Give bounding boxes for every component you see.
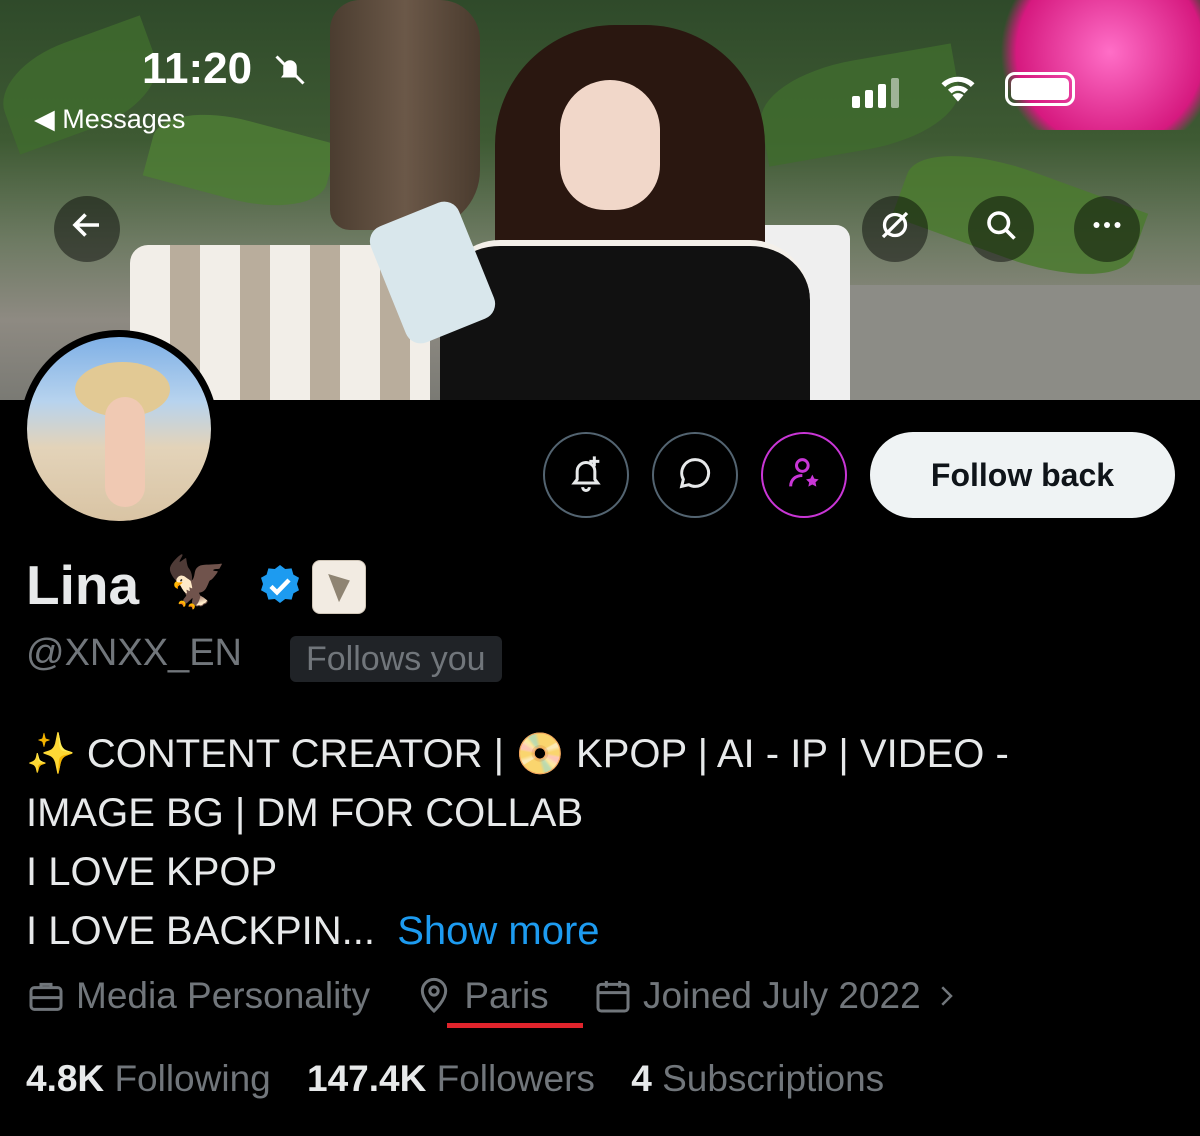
bio-line: IMAGE BG | DM FOR COLLAB [26, 791, 584, 835]
eagle-emoji: 🦅 [165, 554, 228, 610]
subscribe-button[interactable] [761, 432, 847, 518]
category-item: Media Personality [26, 975, 370, 1017]
banner-tree-trunk [330, 0, 480, 230]
bio-line: I LOVE KPOP [26, 850, 278, 894]
profile-name: Lina [26, 554, 140, 616]
calendar-icon [596, 981, 630, 1013]
bell-plus-icon [566, 453, 606, 498]
back-to-messages-link[interactable]: ◀ Messages [34, 104, 185, 135]
affiliate-badge-icon[interactable] [312, 560, 366, 614]
wifi-icon [936, 70, 980, 113]
follow-back-button[interactable]: Follow back [870, 432, 1175, 518]
location-pin-icon [421, 977, 448, 1014]
followers-stat[interactable]: 147.4K Followers [307, 1058, 595, 1099]
show-more-link[interactable]: Show more [397, 909, 599, 953]
message-icon [675, 453, 715, 498]
search-icon [983, 207, 1019, 251]
location-label: Paris [464, 975, 549, 1016]
bio-line: I LOVE BACKPIN... [26, 909, 376, 953]
more-icon [1089, 207, 1125, 251]
location-highlight-underline [447, 1023, 583, 1028]
joined-label: Joined July 2022 [642, 975, 921, 1016]
banner-flower [975, 0, 1200, 130]
verified-badge-icon[interactable] [256, 562, 304, 615]
more-button[interactable] [1074, 196, 1140, 262]
banner-person-body [440, 240, 810, 400]
search-button[interactable] [968, 196, 1034, 262]
profile-meta: Media Personality Paris Joined July 2022 [26, 975, 1005, 1025]
message-button[interactable] [652, 432, 738, 518]
joined-item[interactable]: Joined July 2022 [593, 975, 971, 1017]
notifications-button[interactable] [543, 432, 629, 518]
followers-count: 147.4K [307, 1058, 427, 1099]
cellular-signal-icon [852, 78, 904, 108]
following-count: 4.8K [26, 1058, 105, 1099]
following-stat[interactable]: 4.8K Following [26, 1058, 271, 1099]
profile-handle: @XNXX_EN [26, 632, 242, 674]
followers-label: Followers [436, 1058, 595, 1099]
follows-you-badge: Follows you [290, 636, 502, 682]
battery-icon [1005, 72, 1075, 106]
grok-button[interactable] [862, 196, 928, 262]
banner-person-face [560, 80, 660, 210]
following-label: Following [114, 1058, 271, 1099]
back-button[interactable] [54, 196, 120, 262]
profile-stats: 4.8K Following 147.4K Followers 4 Subscr… [26, 1058, 910, 1100]
profile-banner[interactable]: 11:20 ◀ Messages [0, 0, 1200, 400]
category-label: Media Personality [76, 975, 371, 1016]
avatar[interactable] [20, 330, 218, 528]
briefcase-icon [29, 982, 63, 1011]
avatar-image [27, 337, 211, 521]
location-item: Paris [414, 975, 549, 1017]
bio-line: ✨ CONTENT CREATOR | 📀 KPOP | AI - IP | V… [26, 732, 1009, 776]
subscribe-icon [784, 453, 824, 498]
banner-wall [850, 285, 1200, 400]
bio-line-last: I LOVE BACKPIN... Show more [26, 902, 1176, 961]
arrow-left-icon [69, 207, 105, 251]
grok-icon [877, 207, 913, 251]
subscriptions-count: 4 [631, 1058, 652, 1099]
profile-bio: ✨ CONTENT CREATOR | 📀 KPOP | AI - IP | V… [26, 725, 1176, 961]
status-time: 11:20 [142, 44, 253, 93]
subscriptions-stat[interactable]: 4 Subscriptions [631, 1058, 884, 1099]
bell-off-icon [272, 52, 308, 96]
chevron-right-icon [941, 986, 953, 1006]
subscriptions-label: Subscriptions [662, 1058, 885, 1099]
